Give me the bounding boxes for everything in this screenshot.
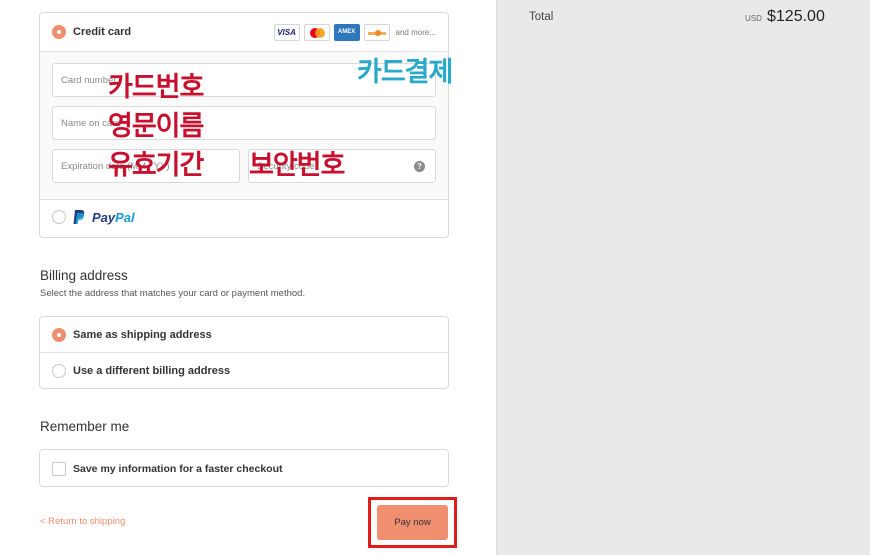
pay-now-button[interactable]: Pay now (377, 505, 448, 540)
save-info-checkbox[interactable] (52, 462, 66, 476)
annotation-expiry: 유효기간 (108, 150, 204, 181)
remember-me-box: Save my information for a faster checkou… (39, 449, 449, 487)
remember-me-title: Remember me (40, 419, 130, 434)
different-address-option[interactable]: Use a different billing address (40, 353, 448, 389)
same-as-shipping-option[interactable]: Same as shipping address (40, 317, 448, 353)
visa-icon: VISA (273, 23, 300, 41)
checkout-form: Credit card VISA AMEX and more... Card n… (0, 0, 496, 555)
billing-address-subtitle: Select the address that matches your car… (40, 288, 306, 299)
mastercard-icon (303, 23, 330, 41)
billing-address-box: Same as shipping address Use a different… (39, 316, 449, 389)
currency-code: USD (745, 14, 762, 23)
different-address-radio[interactable] (52, 364, 66, 378)
annotation-english-name: 영문이름 (108, 111, 204, 142)
different-address-label: Use a different billing address (73, 365, 231, 377)
amex-icon: AMEX (333, 23, 360, 41)
help-icon[interactable]: ? (414, 161, 425, 172)
annotation-security-code: 보안번호 (249, 150, 345, 181)
card-logos: VISA AMEX and more... (273, 23, 436, 41)
credit-card-radio[interactable] (52, 25, 66, 39)
paypal-logo-text: PayPal (92, 210, 135, 225)
credit-card-option[interactable]: Credit card VISA AMEX and more... (40, 13, 448, 52)
discover-icon (363, 23, 390, 41)
total-value: $125.00 (767, 8, 825, 25)
annotation-card-number: 카드번호 (108, 72, 204, 103)
same-as-shipping-label: Same as shipping address (73, 329, 212, 341)
annotation-card-payment: 카드결제 (357, 57, 453, 88)
paypal-icon (73, 210, 85, 224)
return-to-shipping-link[interactable]: < Return to shipping (40, 516, 125, 527)
more-cards-text: and more... (395, 27, 436, 37)
same-as-shipping-radio[interactable] (52, 328, 66, 342)
paypal-radio[interactable] (52, 210, 66, 224)
billing-address-title: Billing address (40, 268, 128, 283)
pay-now-highlight: Pay now (368, 497, 457, 548)
order-summary: Total USD $125.00 (496, 0, 870, 555)
total-label: Total (529, 11, 554, 23)
save-info-label: Save my information for a faster checkou… (73, 463, 283, 475)
payment-method-box: Credit card VISA AMEX and more... Card n… (39, 12, 449, 238)
paypal-option[interactable]: PayPal (40, 200, 448, 238)
credit-card-label: Credit card (73, 26, 132, 38)
